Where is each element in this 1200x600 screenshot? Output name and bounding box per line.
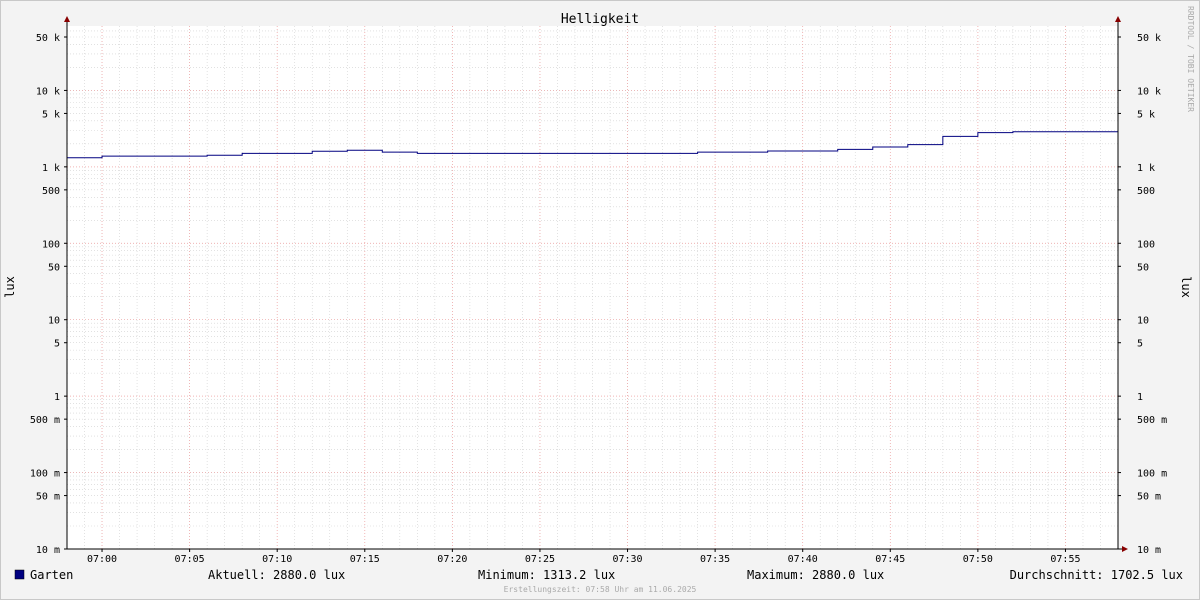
y-tick-label-left: 500 m bbox=[30, 415, 60, 426]
x-tick-label: 07:00 bbox=[87, 554, 117, 565]
y-axis-left-arrow-icon bbox=[64, 16, 70, 22]
legend-minimum: Minimum: 1313.2 lux bbox=[478, 568, 615, 582]
x-tick-label: 07:55 bbox=[1050, 554, 1080, 565]
y-tick-label-right: 50 m bbox=[1137, 492, 1161, 503]
chart-title: Helligkeit bbox=[561, 12, 639, 27]
y-tick-label-left: 5 k bbox=[42, 109, 60, 120]
x-tick-label: 07:35 bbox=[700, 554, 730, 565]
legend-current: Aktuell: 2880.0 lux bbox=[208, 568, 345, 582]
x-tick-label: 07:15 bbox=[350, 554, 380, 565]
y-tick-label-right: 1 k bbox=[1137, 163, 1155, 174]
y-tick-label-right: 10 m bbox=[1137, 545, 1161, 556]
y-tick-label-left: 10 k bbox=[36, 86, 60, 97]
y-tick-label-right: 1 bbox=[1137, 392, 1143, 403]
y-tick-label-right: 5 bbox=[1137, 339, 1143, 350]
y-tick-label-left: 100 bbox=[42, 239, 60, 250]
y-tick-label-left: 50 k bbox=[36, 33, 60, 44]
x-tick-label: 07:40 bbox=[788, 554, 818, 565]
x-tick-label: 07:10 bbox=[262, 554, 292, 565]
legend-average: Durchschnitt: 1702.5 lux bbox=[1010, 568, 1183, 582]
y-axis-label-left: lux bbox=[3, 276, 17, 298]
y-tick-label-right: 10 k bbox=[1137, 86, 1161, 97]
y-tick-label-left: 500 bbox=[42, 186, 60, 197]
y-tick-label-left: 50 bbox=[48, 262, 60, 273]
x-tick-label: 07:30 bbox=[612, 554, 642, 565]
y-tick-label-left: 50 m bbox=[36, 492, 60, 503]
rrdtool-watermark: RRDTOOL / TOBI OETIKER bbox=[1186, 6, 1195, 112]
x-tick-label: 07:25 bbox=[525, 554, 555, 565]
legend-maximum: Maximum: 2880.0 lux bbox=[747, 568, 884, 582]
brightness-chart: 07:00 07:05 07:10 07:15 07:20 07:25 07:30 07:35… bbox=[3, 6, 1195, 594]
y-tick-label-right: 50 bbox=[1137, 262, 1149, 273]
y-tick-label-right: 500 m bbox=[1137, 415, 1167, 426]
y-tick-label-right: 500 bbox=[1137, 186, 1155, 197]
y-tick-label-left: 10 m bbox=[36, 545, 60, 556]
legend-swatch-garten bbox=[14, 569, 25, 580]
x-axis-arrow-icon bbox=[1122, 546, 1128, 552]
y-tick-label-left: 1 bbox=[54, 392, 60, 403]
y-tick-label-left: 5 bbox=[54, 339, 60, 350]
y-axis-right-arrow-icon bbox=[1115, 16, 1121, 22]
creation-timestamp: Erstellungszeit: 07:58 Uhr am 11.06.2025 bbox=[504, 585, 697, 594]
y-tick-label-right: 50 k bbox=[1137, 33, 1161, 44]
y-tick-label-left: 1 k bbox=[42, 163, 60, 174]
y-tick-label-left: 100 m bbox=[30, 469, 60, 480]
y-tick-label-right: 100 bbox=[1137, 239, 1155, 250]
minor-grid bbox=[66, 26, 1119, 550]
y-tick-label-left: 10 bbox=[48, 316, 60, 327]
y-axis-label-right: lux bbox=[1179, 276, 1193, 298]
legend-series-name: Garten bbox=[30, 568, 73, 582]
x-tick-label: 07:05 bbox=[175, 554, 205, 565]
x-tick-label: 07:45 bbox=[875, 554, 905, 565]
y-tick-label-right: 100 m bbox=[1137, 469, 1167, 480]
y-tick-label-right: 5 k bbox=[1137, 109, 1155, 120]
x-tick-label: 07:50 bbox=[963, 554, 993, 565]
x-tick-label: 07:20 bbox=[437, 554, 467, 565]
y-tick-label-right: 10 bbox=[1137, 316, 1149, 327]
